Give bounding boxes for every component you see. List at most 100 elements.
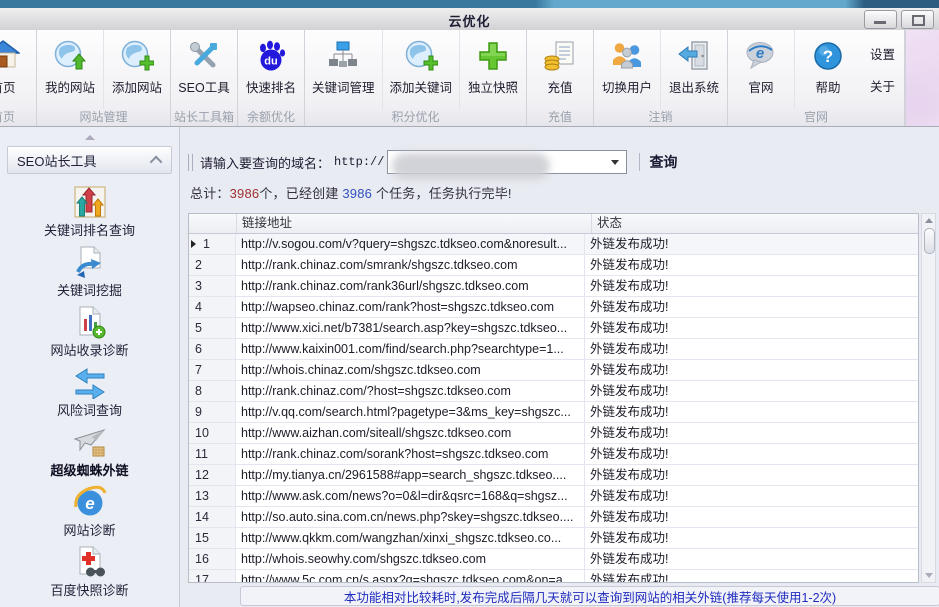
- status-column-header[interactable]: 状态: [592, 214, 918, 233]
- sitemap-icon: [326, 39, 360, 73]
- link-url-cell[interactable]: http://www.aizhan.com/siteall/shgszc.tdk…: [236, 423, 585, 443]
- toolbar-button-label: 我的网站: [45, 77, 95, 96]
- toolbar-small-button[interactable]: 设置: [870, 44, 895, 63]
- sidebar-item-label: 风险词查询: [57, 403, 122, 419]
- query-button[interactable]: 查询: [649, 152, 677, 172]
- toolbar-group-label: 首页: [0, 109, 36, 126]
- link-column-header[interactable]: 链接地址: [237, 214, 592, 233]
- toolbar-button[interactable]: 首页: [0, 30, 36, 109]
- maximize-button[interactable]: [901, 10, 934, 29]
- link-url-cell[interactable]: http://www.5c.com.cn/s.aspx?q=shgszc.tdk…: [236, 570, 585, 583]
- table-row[interactable]: 17http://www.5c.com.cn/s.aspx?q=shgszc.t…: [189, 570, 918, 583]
- table-row[interactable]: 3http://rank.chinaz.com/rank36url/shgszc…: [189, 276, 918, 297]
- link-url-cell[interactable]: http://v.qq.com/search.html?pagetype=3&m…: [236, 402, 585, 422]
- summary-segment: 3986: [342, 186, 372, 201]
- table-body: 1http://v.sogou.com/v?query=shgszc.tdkse…: [189, 234, 918, 583]
- table-row[interactable]: 14http://so.auto.sina.com.cn/news.php?sk…: [189, 507, 918, 528]
- site-diagnosis-icon: e: [73, 485, 107, 519]
- sidebar-item[interactable]: 风险词查询: [0, 365, 179, 419]
- index-diagnosis-icon: [73, 305, 107, 339]
- link-url-cell[interactable]: http://my.tianya.cn/2961588#app=search_s…: [236, 465, 585, 485]
- toolbar-button[interactable]: 添加网站: [103, 30, 170, 109]
- table-row[interactable]: 12http://my.tianya.cn/2961588#app=search…: [189, 465, 918, 486]
- toolbar-button[interactable]: ?帮助: [794, 30, 861, 109]
- keyword-mining-icon: [73, 245, 107, 279]
- minimize-button[interactable]: [864, 10, 897, 29]
- toolbar-button[interactable]: 独立快照: [459, 30, 526, 109]
- table-row[interactable]: 10http://www.aizhan.com/siteall/shgszc.t…: [189, 423, 918, 444]
- table-row[interactable]: 15http://www.qkkm.com/wangzhan/xinxi_shg…: [189, 528, 918, 549]
- sidebar-item[interactable]: 百度快照诊断: [0, 545, 179, 599]
- vertical-scrollbar[interactable]: [921, 213, 936, 583]
- table-row[interactable]: 11http://rank.chinaz.com/sorank?host=shg…: [189, 444, 918, 465]
- toolbar-button-label: 充值: [548, 77, 573, 96]
- link-url-cell[interactable]: http://v.sogou.com/v?query=shgszc.tdkseo…: [236, 234, 585, 254]
- status-cell: 外链发布成功!: [585, 255, 918, 275]
- domain-combobox[interactable]: [387, 150, 627, 174]
- table-row[interactable]: 1http://v.sogou.com/v?query=shgszc.tdkse…: [189, 234, 918, 255]
- sidebar-item[interactable]: 网站收录诊断: [0, 305, 179, 359]
- link-url-cell[interactable]: http://rank.chinaz.com/sorank?host=shgsz…: [236, 444, 585, 464]
- link-url-cell[interactable]: http://whois.seowhy.com/shgszc.tdkseo.co…: [236, 549, 585, 569]
- link-url-cell[interactable]: http://www.kaixin001.com/find/search.php…: [236, 339, 585, 359]
- link-url-cell[interactable]: http://www.xici.net/b7381/search.asp?key…: [236, 318, 585, 338]
- scrollbar-thumb[interactable]: [924, 228, 935, 254]
- link-url-cell[interactable]: http://whois.chinaz.com/shgszc.tdkseo.co…: [236, 360, 585, 380]
- status-cell: 外链发布成功!: [585, 339, 918, 359]
- link-url-cell[interactable]: http://rank.chinaz.com/rank36url/shgszc.…: [236, 276, 585, 296]
- row-number: 10: [189, 423, 236, 443]
- chevron-up-icon: [150, 155, 163, 168]
- table-row[interactable]: 16http://whois.seowhy.com/shgszc.tdkseo.…: [189, 549, 918, 570]
- toolbar-button[interactable]: e官网: [728, 30, 794, 109]
- sidebar-item[interactable]: 关键词排名查询: [0, 185, 179, 239]
- baidu-icon: du: [254, 39, 288, 73]
- maximize-icon: [912, 15, 925, 26]
- table-header[interactable]: 链接地址 状态: [189, 214, 918, 234]
- sidebar-collapse-icon[interactable]: [85, 135, 95, 140]
- status-cell: 外链发布成功!: [585, 318, 918, 338]
- status-cell: 外链发布成功!: [585, 465, 918, 485]
- sidebar-item[interactable]: e网站诊断: [0, 485, 179, 539]
- links-table[interactable]: 链接地址 状态 1http://v.sogou.com/v?query=shgs…: [188, 213, 919, 583]
- rank-chart-icon: [73, 185, 107, 219]
- table-row[interactable]: 7http://whois.chinaz.com/shgszc.tdkseo.c…: [189, 360, 918, 381]
- toolbar-button[interactable]: 添加关键词: [382, 30, 460, 109]
- title-bar[interactable]: 云优化: [0, 8, 939, 31]
- link-url-cell[interactable]: http://www.qkkm.com/wangzhan/xinxi_shgsz…: [236, 528, 585, 548]
- link-url-cell[interactable]: http://wapseo.chinaz.com/rank?host=shgsz…: [236, 297, 585, 317]
- toolbar-button[interactable]: du快速排名: [238, 30, 304, 109]
- toolbar-button[interactable]: 充值: [527, 30, 593, 109]
- toolbar-button[interactable]: SEO工具: [171, 30, 237, 109]
- sidebar-item-label: 关键词排名查询: [44, 223, 135, 239]
- table-row[interactable]: 5http://www.xici.net/b7381/search.asp?ke…: [189, 318, 918, 339]
- link-url-cell[interactable]: http://www.ask.com/news?o=0&l=dir&qsrc=1…: [236, 486, 585, 506]
- toolbar-button[interactable]: 关键词管理: [305, 30, 382, 109]
- status-cell: 外链发布成功!: [585, 360, 918, 380]
- link-url-cell[interactable]: http://rank.chinaz.com/?host=shgszc.tdks…: [236, 381, 585, 401]
- table-row[interactable]: 2http://rank.chinaz.com/smrank/shgszc.td…: [189, 255, 918, 276]
- toolbar-button[interactable]: 我的网站: [37, 30, 103, 109]
- combo-dropdown-icon[interactable]: [611, 160, 619, 165]
- sidebar-item[interactable]: 关键词挖掘: [0, 245, 179, 299]
- scroll-down-icon[interactable]: [925, 573, 933, 578]
- sidebar-item[interactable]: 超级蜘蛛外链: [0, 425, 179, 479]
- toolbar-button[interactable]: 退出系统: [660, 30, 727, 109]
- table-row[interactable]: 13http://www.ask.com/news?o=0&l=dir&qsrc…: [189, 486, 918, 507]
- link-url-cell[interactable]: http://so.auto.sina.com.cn/news.php?skey…: [236, 507, 585, 527]
- table-row[interactable]: 4http://wapseo.chinaz.com/rank?host=shgs…: [189, 297, 918, 318]
- globe-up-icon: [53, 39, 87, 73]
- table-row[interactable]: 6http://www.kaixin001.com/find/search.ph…: [189, 339, 918, 360]
- table-row[interactable]: 8http://rank.chinaz.com/?host=shgszc.tdk…: [189, 381, 918, 402]
- row-number: 6: [189, 339, 236, 359]
- toolbar-button-label: 添加关键词: [390, 77, 453, 96]
- sidebar-header[interactable]: SEO站长工具: [7, 146, 172, 174]
- row-number-header: [189, 214, 237, 233]
- row-number: 9: [189, 402, 236, 422]
- summary-segment: 3986: [230, 186, 260, 201]
- toolbar-small-button[interactable]: 关于: [870, 76, 895, 95]
- link-url-cell[interactable]: http://rank.chinaz.com/smrank/shgszc.tdk…: [236, 255, 585, 275]
- scroll-up-icon[interactable]: [925, 218, 933, 223]
- toolbar-button[interactable]: 切换用户: [594, 30, 660, 109]
- globe-plus-icon: [404, 39, 438, 73]
- table-row[interactable]: 9http://v.qq.com/search.html?pagetype=3&…: [189, 402, 918, 423]
